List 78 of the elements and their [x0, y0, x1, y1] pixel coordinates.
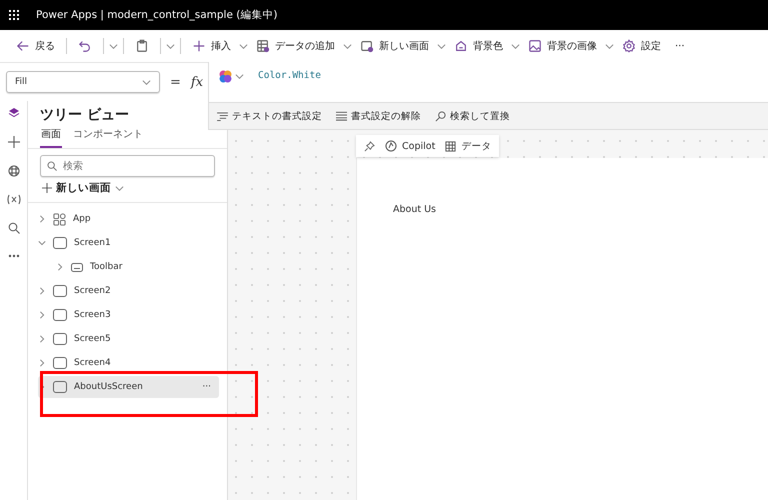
plus-icon — [192, 39, 206, 53]
copilot-logo-icon[interactable] — [219, 70, 232, 83]
image-icon — [528, 39, 542, 53]
chevron-right-icon[interactable] — [56, 263, 64, 271]
chevron-down-icon — [235, 72, 244, 81]
app-launcher-icon[interactable] — [8, 9, 20, 21]
table-add-icon — [256, 39, 270, 53]
bgimage-button[interactable]: 背景の画像 — [522, 36, 603, 56]
fx-label: fx — [190, 74, 204, 90]
back-button[interactable]: 戻る — [10, 36, 61, 56]
tree-item[interactable]: Screen5 — [38, 328, 219, 350]
paint-icon — [454, 39, 468, 53]
copilot-icon — [385, 140, 397, 152]
tree-item[interactable]: Screen4 — [38, 352, 219, 374]
chevron-down-icon — [343, 42, 352, 50]
plus-icon — [42, 183, 52, 193]
formula-text: Color.White — [258, 70, 321, 81]
data-button[interactable]: データの追加 — [250, 36, 341, 56]
component-icon — [71, 262, 83, 272]
search-icon — [435, 110, 446, 122]
screen-icon — [53, 285, 67, 297]
search-field[interactable]: 検索 — [40, 155, 215, 177]
canvas-tool-button[interactable]: データ — [445, 140, 492, 152]
formula-editor[interactable]: Color.White テキストの書式設定 書式設定の解除 検索して置換 — [208, 62, 768, 130]
format-action[interactable]: テキストの書式設定 — [215, 108, 324, 124]
back-arrow-icon — [16, 39, 30, 53]
tree-item[interactable]: App — [38, 208, 219, 230]
gear-icon — [622, 39, 636, 53]
chevron-right-icon[interactable] — [38, 287, 46, 295]
new-screen-button[interactable]: 新しい画面 — [42, 181, 124, 195]
screen-icon — [53, 381, 67, 393]
chevron-right-icon[interactable] — [38, 311, 46, 319]
tree-tab[interactable]: コンポーネント — [72, 125, 144, 148]
plus-icon[interactable] — [8, 136, 20, 151]
tree-tab[interactable]: 画面 — [40, 125, 62, 148]
chevron-down-icon — [605, 42, 614, 50]
undo-icon — [78, 39, 92, 53]
settings-button[interactable]: 設定 — [616, 36, 667, 56]
label-text[interactable]: About Us — [393, 204, 436, 215]
clipboard-icon — [135, 39, 149, 53]
property-dropdown[interactable]: Fill — [6, 71, 160, 93]
screen-icon — [53, 333, 67, 345]
tree-item[interactable]: AboutUsScreen ··· — [38, 376, 219, 398]
more-options[interactable]: ··· — [202, 382, 211, 392]
tree-item[interactable]: Toolbar — [38, 256, 219, 278]
chevron-down-icon — [239, 42, 248, 50]
chevron-right-icon[interactable] — [38, 215, 46, 223]
app-grid-icon — [53, 212, 66, 226]
canvas-tool-button[interactable]: Copilot — [385, 140, 436, 152]
chevron-down-icon — [115, 184, 124, 192]
chevron-right-icon[interactable] — [38, 335, 46, 343]
equals-sign: = — [170, 74, 181, 90]
format-action[interactable]: 書式設定の解除 — [334, 108, 423, 124]
screen-button[interactable]: 新しい画面 — [354, 36, 435, 56]
screen-icon — [53, 237, 67, 249]
chevron-down-icon[interactable] — [38, 239, 46, 247]
screen-icon — [53, 357, 67, 369]
chevron-down-icon — [109, 42, 118, 50]
tree-item[interactable]: Screen3 — [38, 304, 219, 326]
tree-item[interactable]: Screen1 — [38, 232, 219, 254]
lines-icon — [336, 111, 347, 121]
new-screen-icon — [360, 39, 374, 53]
chevron-down-icon — [511, 42, 520, 50]
chevron-down-icon — [437, 42, 446, 50]
window-title: Power Apps | modern_control_sample (編集中) — [36, 8, 278, 22]
chevron-right-icon[interactable] — [38, 359, 46, 367]
panel-title: ツリー ビュー — [40, 106, 129, 125]
tree-item[interactable]: Screen2 — [38, 280, 219, 302]
format-action[interactable]: 検索して置換 — [433, 108, 512, 124]
search-icon — [47, 161, 57, 171]
bgcolor-button[interactable]: 背景色 — [448, 36, 509, 56]
chevron-down-icon — [142, 78, 151, 86]
pin-icon[interactable] — [364, 140, 375, 152]
more-button[interactable]: ··· — [669, 38, 691, 54]
chevron-down-icon — [166, 42, 175, 50]
insert-button[interactable]: 挿入 — [186, 36, 237, 56]
text-format-icon — [217, 112, 228, 120]
screen-icon — [53, 309, 67, 321]
